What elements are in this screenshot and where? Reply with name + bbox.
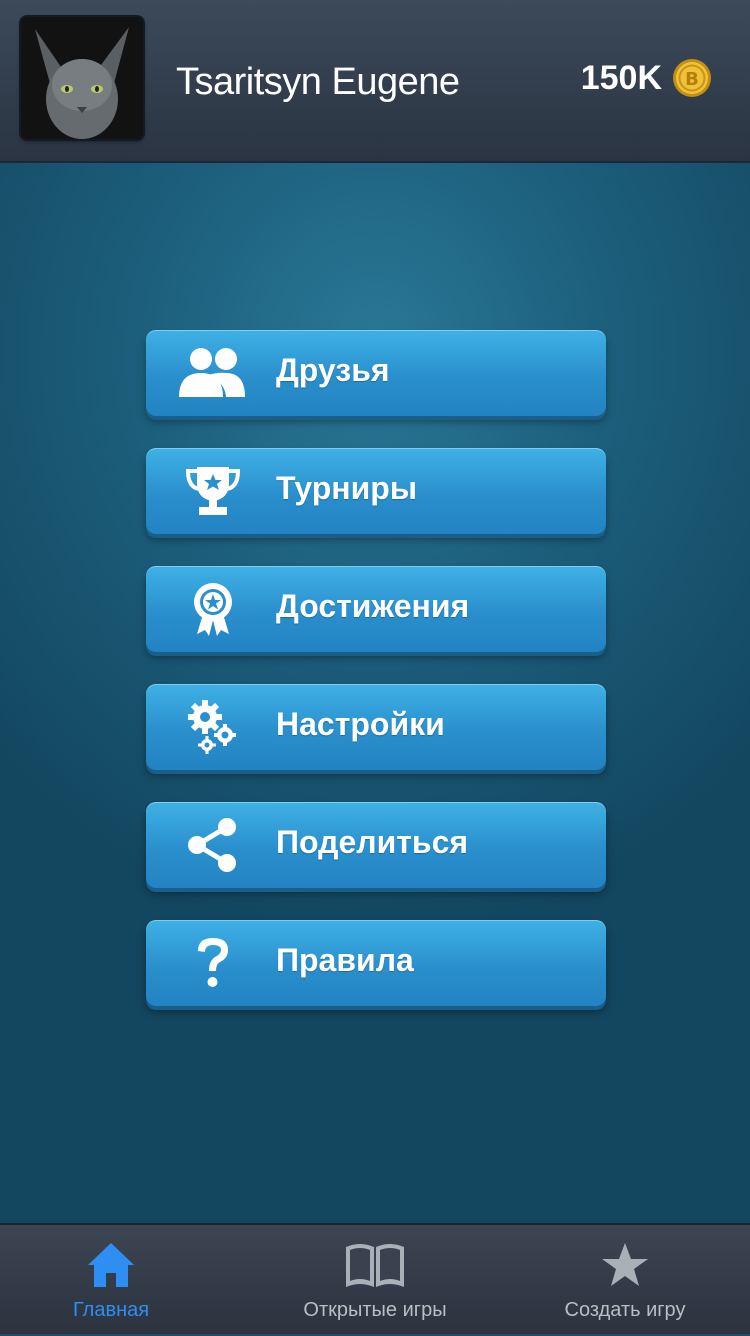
coin-value: 150K	[580, 58, 662, 97]
svg-text:B: B	[685, 69, 699, 90]
medal-icon	[178, 580, 248, 638]
star-icon	[500, 1241, 750, 1291]
gears-icon	[178, 698, 248, 756]
achievements-button[interactable]: Достижения	[146, 566, 606, 652]
friends-label: Друзья	[276, 352, 390, 388]
coin-icon: B	[673, 59, 711, 97]
coin-balance[interactable]: 150K B	[581, 58, 712, 98]
avatar[interactable]	[21, 17, 143, 139]
rules-button[interactable]: Правила	[146, 920, 606, 1006]
tab-open-games[interactable]: Открытые игры	[250, 1225, 500, 1336]
tournaments-label: Турниры	[276, 470, 418, 506]
cat-avatar-image	[21, 17, 143, 139]
share-button[interactable]: Поделиться	[146, 802, 606, 888]
friends-icon	[178, 344, 248, 402]
friends-button[interactable]: Друзья	[146, 330, 606, 416]
tab-bar: Главная Открытые игры Создать игру	[0, 1223, 750, 1334]
share-icon	[178, 816, 248, 874]
tab-open-games-label: Открытые игры	[303, 1299, 447, 1321]
home-icon	[0, 1241, 236, 1291]
tab-create-game-label: Создать игру	[564, 1299, 686, 1321]
achievements-label: Достижения	[276, 588, 470, 624]
settings-label: Настройки	[276, 706, 445, 742]
trophy-icon	[178, 462, 248, 520]
settings-button[interactable]: Настройки	[146, 684, 606, 770]
tab-home[interactable]: Главная	[0, 1225, 236, 1336]
tournaments-button[interactable]: Турниры	[146, 448, 606, 534]
username: Tsaritsyn Eugene	[176, 61, 460, 103]
share-label: Поделиться	[276, 824, 469, 860]
book-icon	[250, 1241, 500, 1291]
tab-create-game[interactable]: Создать игру	[500, 1225, 750, 1336]
tab-home-label: Главная	[72, 1299, 150, 1321]
question-icon	[178, 934, 248, 992]
header: Tsaritsyn Eugene 150K B	[0, 0, 750, 163]
rules-label: Правила	[276, 942, 414, 978]
